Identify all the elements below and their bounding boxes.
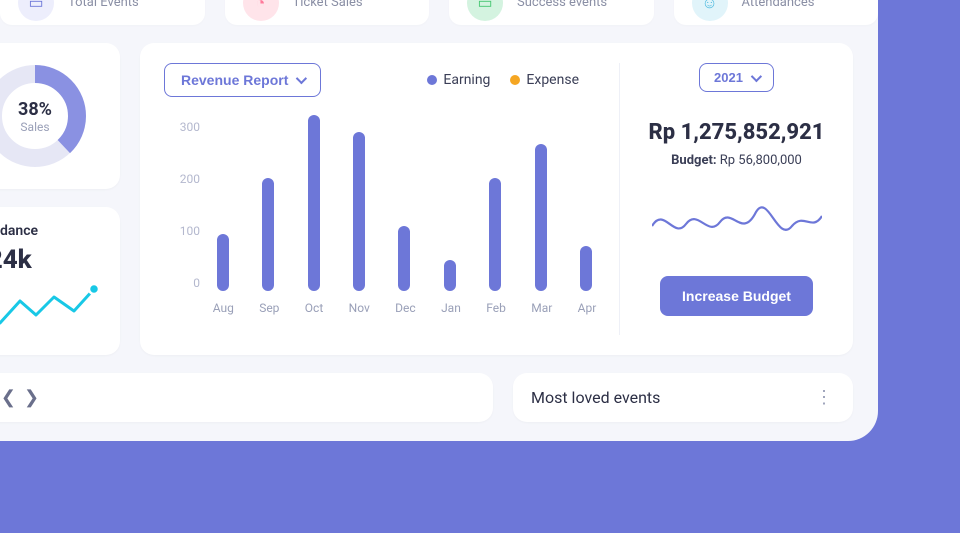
pager-card: 21 ❮ ❯ (0, 373, 493, 422)
bar (353, 132, 365, 291)
ticket-icon: ◔ (243, 0, 279, 21)
sparkline-icon (0, 285, 106, 337)
sales-donut-card: 38% Sales (0, 43, 120, 189)
bar (262, 178, 274, 291)
check-icon: ▭ (467, 0, 503, 21)
dd-label: Revenue Report (181, 72, 288, 88)
legend-expense: Expense (526, 72, 579, 88)
xtick: Oct (305, 301, 323, 315)
attendance-value: 6,24k (0, 245, 104, 275)
calendar-icon: ▭ (18, 0, 54, 21)
bar (398, 226, 410, 291)
kebab-menu-icon[interactable]: ⋮ (815, 387, 835, 408)
xtick: Mar (531, 301, 552, 315)
dot-icon (427, 75, 437, 85)
xtick: Aug (213, 301, 234, 315)
attendance-title: Attendance (0, 223, 104, 239)
xtick: Feb (486, 301, 506, 315)
stat-ticket-sales[interactable]: ◔ Ticket Sales (225, 0, 430, 25)
wave-sparkline-icon (652, 196, 822, 246)
budget-line: Budget: Rp 56,800,000 (671, 153, 802, 168)
ytick: 0 (164, 276, 200, 290)
stats-row: ▭ Total Events ◔ Ticket Sales ▭ Success … (0, 0, 878, 25)
bar (535, 144, 547, 291)
year-dropdown[interactable]: 2021 (699, 63, 774, 92)
ytick: 100 (164, 224, 200, 238)
bar-chart: 300 200 100 0 Aug Sep Oct Nov Dec Jan Feb Mar Apr (164, 115, 609, 335)
stat-label: Attendances (742, 0, 815, 10)
chevron-down-icon (751, 70, 762, 81)
bar (489, 178, 501, 291)
user-icon: ☺ (692, 0, 728, 21)
most-loved-title: Most loved events (531, 388, 660, 407)
xtick: Apr (578, 301, 597, 315)
revenue-report-dropdown[interactable]: Revenue Report (164, 63, 321, 97)
xtick: Dec (395, 301, 416, 315)
donut-percent: 38% (18, 99, 52, 120)
revenue-amount: Rp 1,275,852,921 (649, 120, 825, 145)
chart-legend: Earning Expense (427, 72, 579, 88)
bar (308, 115, 320, 291)
stat-success-events[interactable]: ▭ Success events (449, 0, 654, 25)
xtick: Sep (259, 301, 279, 315)
stat-total-events[interactable]: ▭ Total Events (0, 0, 205, 25)
increase-budget-button[interactable]: Increase Budget (660, 276, 813, 316)
next-arrow-icon[interactable]: ❯ (22, 387, 41, 408)
bar (444, 260, 456, 291)
ytick: 200 (164, 172, 200, 186)
donut-label: Sales (20, 120, 49, 134)
dot-icon (510, 75, 520, 85)
bar (580, 246, 592, 291)
chevron-down-icon (296, 73, 307, 84)
stat-label: Ticket Sales (293, 0, 363, 10)
most-loved-card: Most loved events ⋮ (513, 373, 853, 422)
stat-label: Success events (517, 0, 607, 10)
xtick: Nov (349, 301, 370, 315)
year-label: 2021 (714, 70, 743, 85)
xtick: Jan (441, 301, 461, 315)
stat-attendances[interactable]: ☺ Attendances (674, 0, 879, 25)
stat-label: Total Events (68, 0, 139, 10)
revenue-card: Revenue Report Earning Expense 300 200 100… (140, 43, 853, 355)
ytick: 300 (164, 120, 200, 134)
bar (217, 234, 229, 291)
attendance-card: Attendance 6,24k (0, 207, 120, 355)
legend-earning: Earning (443, 72, 490, 88)
prev-arrow-icon[interactable]: ❮ (0, 387, 18, 408)
